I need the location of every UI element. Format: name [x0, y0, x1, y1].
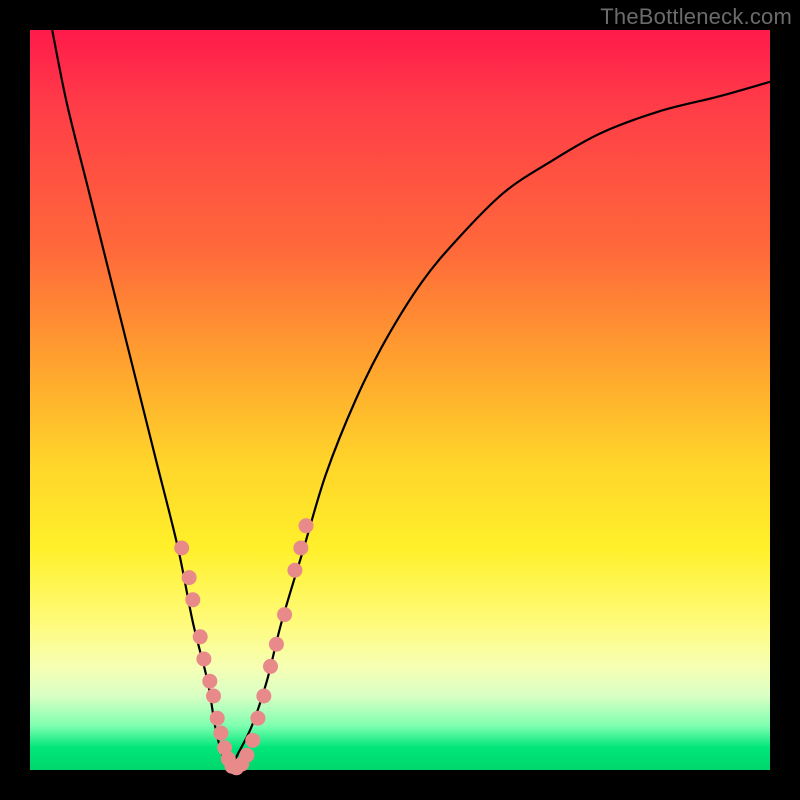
curve-marker — [269, 637, 284, 652]
curve-marker — [213, 726, 228, 741]
curve-marker — [299, 518, 314, 533]
curve-marker — [256, 689, 271, 704]
curve-marker — [193, 629, 208, 644]
curve-marker — [239, 748, 254, 763]
curve-marker — [277, 607, 292, 622]
curve-marker — [182, 570, 197, 585]
curve-marker — [185, 592, 200, 607]
curve-marker — [174, 541, 189, 556]
curve-marker — [263, 659, 278, 674]
curve-marker — [293, 541, 308, 556]
curve-marker — [287, 563, 302, 578]
curve-marker — [245, 733, 260, 748]
chart-frame: TheBottleneck.com — [0, 0, 800, 800]
plot-area — [30, 30, 770, 770]
curve-marker — [210, 711, 225, 726]
curve-marker — [206, 689, 221, 704]
curve-marker — [196, 652, 211, 667]
bottleneck-curve-path — [52, 30, 770, 770]
watermark-text: TheBottleneck.com — [600, 4, 792, 30]
curve-marker — [202, 674, 217, 689]
curve-marker — [250, 711, 265, 726]
bottleneck-curve-svg — [30, 30, 770, 770]
marker-group — [174, 518, 313, 775]
